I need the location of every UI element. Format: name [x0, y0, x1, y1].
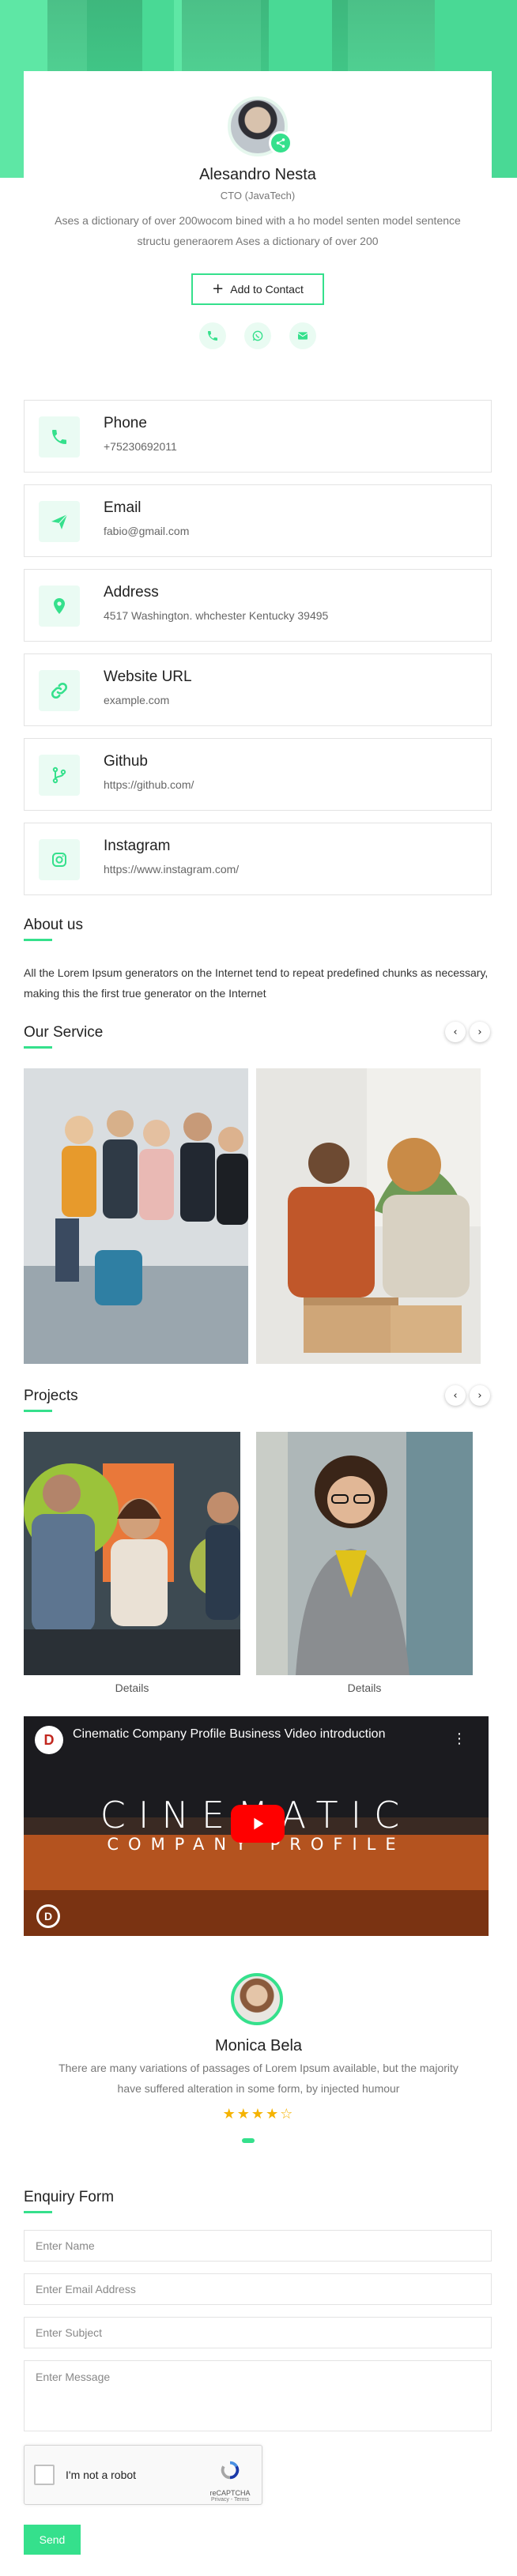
contact-title: Website URL	[104, 668, 192, 685]
contact-value: https://github.com/	[104, 778, 194, 791]
services-prev-button[interactable]: ‹	[445, 1022, 466, 1042]
email-input[interactable]	[24, 2273, 492, 2305]
profile-card: Alesandro Nesta CTO (JavaTech) Ases a di…	[24, 71, 492, 356]
contact-value: 4517 Washington. whchester Kentucky 3949…	[104, 609, 329, 622]
recaptcha-brand: reCAPTCHA Privacy - Terms	[206, 2458, 254, 2503]
enquiry-title: Enquiry Form	[24, 2189, 115, 2205]
carousel-dot-active[interactable]	[242, 2138, 255, 2143]
contact-card-instagram[interactable]: Instagram https://www.instagram.com/	[24, 823, 492, 895]
contact-card-website[interactable]: Website URL example.com	[24, 653, 492, 726]
plus-icon: +	[212, 281, 225, 297]
whatsapp-icon[interactable]	[244, 322, 271, 349]
recaptcha-checkbox[interactable]	[34, 2465, 55, 2485]
services-title: Our Service	[24, 1024, 104, 1041]
profile-name: Alesandro Nesta	[199, 166, 316, 183]
about-text: All the Lorem Ipsum generators on the In…	[24, 966, 489, 1000]
instagram-icon	[39, 839, 80, 880]
recaptcha-brand-text: reCAPTCHA	[209, 2489, 251, 2497]
profile-bio: Ases a dictionary of over 200wocom bined…	[55, 214, 461, 247]
contact-card-email[interactable]: Email fabio@gmail.com	[24, 484, 492, 557]
contact-value: example.com	[104, 694, 170, 706]
contact-title: Email	[104, 499, 142, 516]
video-menu-icon[interactable]: ⋮	[452, 1731, 466, 1747]
mail-icon[interactable]	[289, 322, 316, 349]
phone-icon[interactable]	[199, 322, 226, 349]
services-next-button[interactable]: ›	[470, 1022, 490, 1042]
services-underline	[24, 1046, 52, 1049]
contact-title: Instagram	[104, 838, 171, 854]
projects-next-button[interactable]: ›	[470, 1385, 490, 1406]
recaptcha-label: I'm not a robot	[66, 2469, 137, 2481]
testimonial-name: Monica Bela	[214, 2037, 303, 2054]
play-button[interactable]	[231, 1805, 285, 1843]
recaptcha-terms-link[interactable]: Privacy - Terms	[206, 2497, 254, 2503]
service-photo-boxes[interactable]	[256, 1068, 481, 1364]
link-icon	[39, 670, 80, 711]
recaptcha-widget: I'm not a robot reCAPTCHA Privacy - Term…	[24, 2445, 262, 2505]
profile-avatar-wrap	[228, 96, 292, 156]
testimonial-avatar	[231, 1973, 283, 2025]
contact-title: Address	[104, 584, 159, 601]
add-to-contact-button[interactable]: + Add to Contact	[191, 273, 324, 305]
name-input[interactable]	[24, 2230, 492, 2262]
contact-card-github[interactable]: Github https://github.com/	[24, 738, 492, 811]
project-photo-meeting[interactable]	[24, 1432, 240, 1675]
channel-watermark-icon: D	[36, 1904, 60, 1928]
map-pin-icon	[39, 586, 80, 627]
recaptcha-logo-icon	[221, 2461, 240, 2480]
share-icon[interactable]	[269, 131, 292, 155]
video-embed[interactable]: D Cinematic Company Profile Business Vid…	[24, 1716, 489, 1936]
send-button[interactable]: Send	[24, 2525, 81, 2555]
contact-value: +75230692011	[104, 440, 177, 453]
project-details-link[interactable]: Details	[256, 1682, 473, 1694]
github-icon	[39, 755, 80, 796]
project-details-link[interactable]: Details	[24, 1682, 240, 1694]
project-photo-woman[interactable]	[256, 1432, 473, 1675]
contact-value: fabio@gmail.com	[104, 525, 190, 537]
contact-title: Github	[104, 753, 148, 770]
testimonial-quote: There are many variations of passages of…	[58, 2062, 459, 2095]
about-title: About us	[24, 917, 83, 933]
message-input[interactable]	[24, 2360, 492, 2431]
send-icon	[39, 501, 80, 542]
contact-card-address[interactable]: Address 4517 Washington. whchester Kentu…	[24, 569, 492, 642]
contact-value: https://www.instagram.com/	[104, 863, 240, 876]
subject-input[interactable]	[24, 2317, 492, 2348]
play-icon	[254, 1817, 264, 1830]
about-underline	[24, 939, 52, 941]
profile-role: CTO (JavaTech)	[220, 190, 296, 201]
enquiry-underline	[24, 2211, 52, 2213]
projects-prev-button[interactable]: ‹	[445, 1385, 466, 1406]
contact-title: Phone	[104, 415, 147, 431]
contact-card-phone[interactable]: Phone +75230692011	[24, 400, 492, 473]
projects-underline	[24, 1410, 52, 1412]
rating-stars: ★★★★☆	[222, 2106, 295, 2122]
channel-logo-icon[interactable]: D	[35, 1726, 63, 1754]
add-to-contact-label: Add to Contact	[230, 283, 304, 296]
projects-title: Projects	[24, 1388, 78, 1404]
service-photo-team[interactable]	[24, 1068, 248, 1364]
phone-icon	[39, 416, 80, 458]
video-title[interactable]: Cinematic Company Profile Business Video…	[73, 1727, 385, 1742]
